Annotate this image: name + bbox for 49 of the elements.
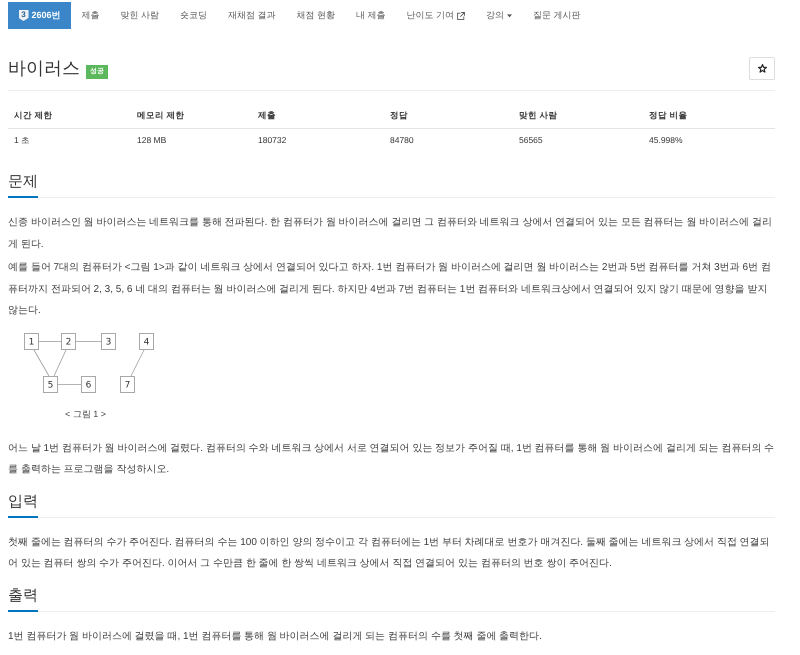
nav-tab[interactable]: 내 제출 (346, 2, 396, 29)
star-button[interactable] (749, 56, 775, 80)
graph-node: 3 (101, 332, 116, 350)
caret-icon (507, 14, 512, 18)
table-cell-text: 84780 (389, 134, 415, 147)
column-header: 정답 (389, 109, 409, 122)
graph-node: 4 (139, 332, 154, 350)
nav-tab[interactable]: 3 2606번 (8, 2, 72, 29)
nav-tab[interactable]: 숏코딩 (170, 2, 218, 29)
star-icon (758, 64, 766, 72)
section-heading: 입력 (8, 492, 38, 518)
nav-tab[interactable]: 제출 (71, 2, 110, 29)
edge-line (38, 340, 62, 342)
column-header: 맞힌 사람 (518, 109, 558, 122)
paragraph: 예를 들어 7대의 컴퓨터가 <그림 1>과 같이 네트워크 상에서 연결되어 있다고 하자. 1번 컴퓨터가 웜 바이러스에 걸리면 웜 바이러스는 2번과 5번 컴퓨터를 거쳐 3번과 6번 컴퓨터까지 전파되어 2, 3, 5, 6 네 대의 컴퓨터는 웜 바이러스에 걸리게 된다. 하지만 4번과 7번 컴퓨터는 1번 컴퓨터와 네트워크상에서 연결되어 있지 않기 때문에 영향을 받지 않는다. (8, 261, 772, 318)
graph-node: 7 (120, 376, 135, 392)
paragraph: 어느 날 1번 컴퓨터가 웜 바이러스에 걸렸다. 컴퓨터의 수와 네트워크 상에서 서로 연결되어 있는 정보가 주어질 때, 1번 컴퓨터를 통해 웜 바이러스에 걸리게 되는 컴퓨터의 수를 출력하는 프로그램을 작성하시오. (8, 442, 775, 477)
table-cell-text: 56565 (518, 134, 544, 147)
column-header: 정답 비율 (648, 109, 688, 122)
edge-line (54, 349, 66, 376)
table-cell-text: 128 MB (136, 134, 168, 147)
table-cell-text: 180732 (257, 134, 288, 147)
graph-node: 1 (24, 332, 39, 350)
column-header: 시간 제한 (13, 109, 54, 122)
nav-tab[interactable]: 강의 (476, 2, 523, 29)
column-header: 메모리 제한 (136, 109, 186, 122)
graph-node: 5 (43, 376, 58, 392)
nav-tab[interactable]: 재채점 결과 (218, 2, 286, 29)
external-link-icon (457, 12, 466, 20)
problem-title: 바이러스 (8, 57, 80, 80)
edge-line (130, 349, 144, 376)
graph-node: 2 (61, 332, 76, 350)
graph-node: 6 (81, 376, 96, 392)
edge-line (34, 349, 50, 376)
nav-tab[interactable]: 질문 게시판 (522, 2, 592, 29)
paragraph: 첫째 줄에는 컴퓨터의 수가 주어진다. 컴퓨터의 수는 100 이하인 양의 정수이고 각 컴퓨터에는 1번 부터 차례대로 번호가 매겨진다. 둘째 줄에는 네트워크 상에서 직접 연결되어 있는 컴퓨터 쌍의 수가 주어진다. 이어서 그 수만큼 한 줄에 한 쌍씩 네트워크 상에서 직접 연결되어 있는 컴퓨터의 번호 쌍이 주어진다. (8, 536, 771, 571)
nav-tab[interactable]: 맞힌 사람 (110, 2, 170, 29)
nav-tab[interactable]: 채점 현황 (286, 2, 346, 29)
paragraph: 신종 바이러스인 웜 바이러스는 네트워크를 통해 전파된다. 한 컴퓨터가 웜 바이러스에 걸리면 그 컴퓨터와 네트워크 상에서 연결되어 있는 모든 컴퓨터는 웜 바이러스에 걸리게 된다. (8, 216, 773, 252)
nav-tab[interactable]: 난이도 기여 (396, 2, 476, 29)
column-header: 제출 (257, 109, 277, 122)
tier-badge: 3 (18, 10, 28, 21)
table-cell-text: 1 초 (13, 134, 32, 147)
section-heading: 출력 (8, 586, 38, 612)
figure-caption: < 그림 1 > (65, 408, 106, 420)
table-cell-text: 45.998% (648, 134, 684, 147)
edge-line (76, 340, 102, 342)
paragraph: 1번 컴퓨터가 웜 바이러스에 걸렸을 때, 1번 컴퓨터를 통해 웜 바이러스에 걸리게 되는 컴퓨터의 수를 첫째 줄에 출력한다. (8, 630, 543, 644)
section-heading: 문제 (8, 172, 38, 198)
